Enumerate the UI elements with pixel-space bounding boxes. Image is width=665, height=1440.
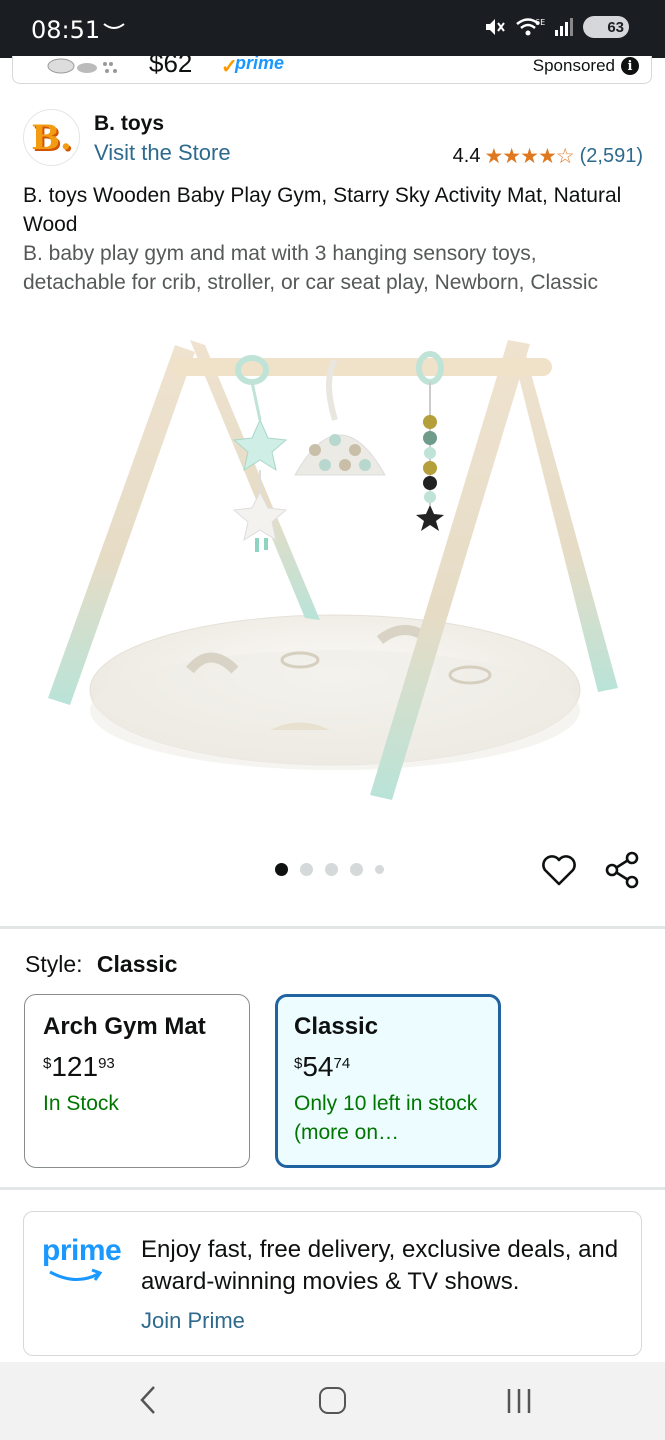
style-option-name: Classic — [294, 1013, 379, 1040]
rating-summary[interactable]: 4.4 ★★★★☆ (2,591) — [453, 144, 643, 169]
sponsored-ad-strip[interactable]: $62 ✓ prime Sponsored i — [12, 56, 652, 84]
style-label-key: Style: — [25, 951, 83, 977]
prime-promo-banner[interactable]: prime Enjoy fast, free delivery, exclusi… — [23, 1211, 642, 1356]
stock-status: In Stock — [43, 1092, 119, 1115]
style-option-arch-gym-mat[interactable]: Arch Gym Mat $ 121 93 In Stock — [24, 994, 250, 1168]
join-prime-link[interactable]: Join Prime — [141, 1308, 245, 1334]
rating-value: 4.4 — [452, 145, 481, 167]
wifi-icon: 6E — [516, 18, 545, 36]
prime-promo-text: Enjoy fast, free delivery, exclusive dea… — [141, 1236, 619, 1295]
style-label-value: Classic — [96, 951, 178, 977]
signal-icon — [555, 18, 573, 36]
price-currency: $ — [43, 1055, 52, 1072]
battery-icon: 63 — [583, 16, 629, 38]
image-carousel-dots[interactable] — [275, 863, 384, 876]
carousel-dot[interactable] — [350, 863, 363, 876]
price-currency: $ — [294, 1055, 303, 1072]
system-nav-bar — [0, 1362, 665, 1440]
brand-logo-letter: B. — [31, 117, 72, 158]
brand-logo[interactable]: B. — [23, 109, 80, 166]
ad-thumbnail — [47, 58, 117, 74]
product-description: B. baby play gym and mat with 3 hanging … — [23, 242, 599, 294]
ad-prime-badge: prime — [235, 56, 285, 73]
style-option-name: Arch Gym Mat — [43, 1013, 206, 1040]
recent-apps-icon[interactable] — [505, 1387, 535, 1415]
sponsored-text: Sponsored — [532, 56, 615, 75]
prime-logo: prime — [42, 1234, 122, 1267]
review-count-link[interactable]: (2,591) — [580, 145, 643, 168]
back-icon[interactable] — [136, 1384, 160, 1416]
price-dollars: 54 — [302, 1051, 334, 1082]
price-cents: 74 — [333, 1055, 351, 1072]
ad-price: $62 — [149, 56, 193, 78]
svg-text:6E: 6E — [535, 18, 545, 27]
mute-icon — [486, 19, 505, 35]
style-option-classic[interactable]: Classic $ 54 74 Only 10 left in stock (m… — [275, 994, 501, 1168]
product-image[interactable] — [40, 330, 630, 810]
visit-store-link[interactable]: Visit the Store — [94, 140, 231, 166]
star-rating-icon: ★★★★☆ — [484, 145, 574, 168]
carousel-dot[interactable] — [275, 863, 288, 876]
info-icon[interactable]: i — [621, 57, 639, 75]
brand-name[interactable]: B. toys — [94, 112, 164, 136]
product-title: B. toys Wooden Baby Play Gym, Starry Sky… — [23, 184, 622, 236]
status-bar: 08:51 6E 63 — [0, 0, 665, 58]
notification-wave-icon — [103, 23, 125, 29]
style-label: Style: Classic — [25, 951, 177, 978]
sponsored-label[interactable]: Sponsored i — [533, 56, 639, 76]
share-icon[interactable] — [604, 851, 642, 889]
prime-smile-icon — [49, 1268, 103, 1281]
battery-level: 63 — [607, 18, 624, 36]
style-option-price: $ 121 93 — [43, 1051, 231, 1083]
section-divider — [0, 1187, 665, 1190]
carousel-dot[interactable] — [375, 865, 384, 874]
style-option-price: $ 54 74 — [294, 1051, 482, 1083]
status-icons: 6E 63 — [483, 16, 629, 38]
section-divider — [0, 926, 665, 929]
carousel-dot[interactable] — [300, 863, 313, 876]
price-dollars: 121 — [51, 1051, 99, 1082]
status-time: 08:51 — [31, 16, 101, 44]
carousel-dot[interactable] — [325, 863, 338, 876]
heart-icon[interactable] — [540, 851, 578, 889]
home-icon[interactable] — [319, 1387, 346, 1414]
stock-status: Only 10 left in stock (more on… — [294, 1092, 478, 1144]
price-cents: 93 — [98, 1055, 115, 1072]
